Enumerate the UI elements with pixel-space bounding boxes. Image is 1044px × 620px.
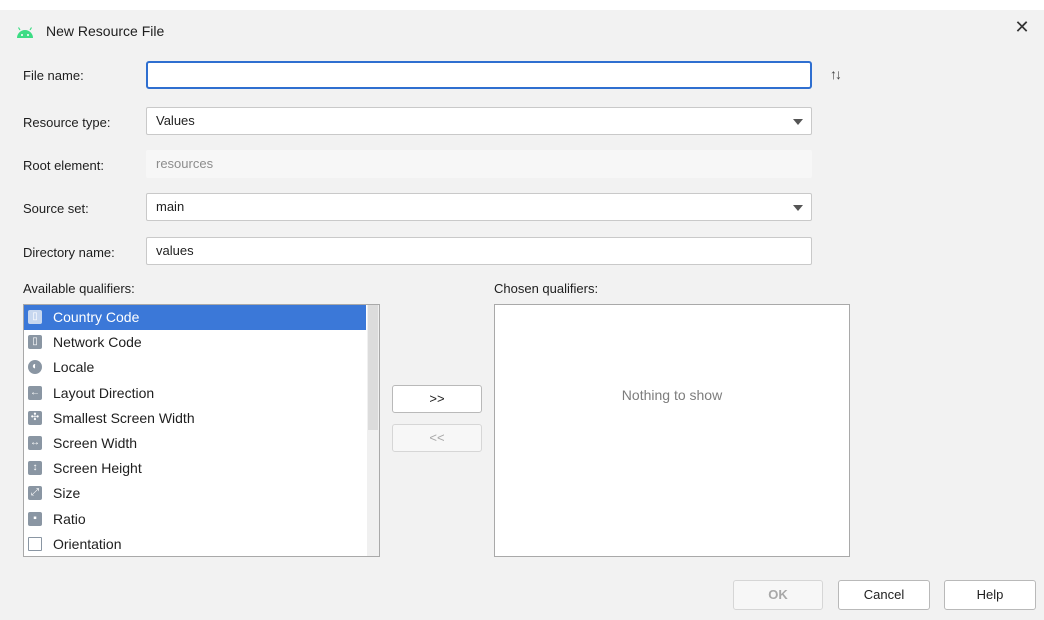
chosen-qualifiers-label: Chosen qualifiers: bbox=[494, 281, 599, 296]
layout-direction-icon: ← bbox=[28, 385, 42, 400]
source-set-label: Source set: bbox=[23, 201, 89, 216]
screen-height-icon: ↕ bbox=[28, 461, 42, 476]
android-icon bbox=[17, 27, 33, 38]
list-item-label: Orientation bbox=[53, 535, 122, 552]
smallest-width-icon: ✣ bbox=[28, 410, 42, 425]
directory-name-label: Directory name: bbox=[23, 245, 115, 260]
available-qualifiers-list[interactable]: ▯ Country Code ▯ Network Code ◐ Locale ←… bbox=[23, 304, 380, 557]
list-scrollbar[interactable] bbox=[367, 305, 379, 556]
country-code-icon: ▯ bbox=[28, 310, 42, 324]
list-item-orientation[interactable]: Orientation bbox=[24, 532, 379, 556]
list-item-size[interactable]: ⤢ Size bbox=[24, 481, 379, 506]
file-name-label: File name: bbox=[23, 68, 84, 83]
list-item-label: Screen Width bbox=[53, 434, 138, 451]
remove-qualifier-button[interactable]: << bbox=[392, 424, 482, 452]
list-item-screen-width[interactable]: ↔ Screen Width bbox=[24, 431, 379, 456]
list-item-locale[interactable]: ◐ Locale bbox=[24, 355, 379, 380]
close-button[interactable]: ✕ bbox=[1012, 17, 1032, 37]
background-window-strip bbox=[0, 0, 1044, 10]
list-item-label: Network Code bbox=[53, 334, 142, 351]
ok-button[interactable]: OK bbox=[733, 580, 823, 610]
available-qualifiers-label: Available qualifiers: bbox=[23, 281, 135, 296]
list-item-network-code[interactable]: ▯ Network Code bbox=[24, 330, 379, 355]
ratio-icon: ▪ bbox=[28, 511, 42, 526]
list-item-screen-height[interactable]: ↕ Screen Height bbox=[24, 456, 379, 481]
list-item-label: Ratio bbox=[53, 510, 86, 527]
chosen-qualifiers-list[interactable]: Nothing to show bbox=[494, 304, 850, 557]
directory-name-input[interactable]: values bbox=[146, 237, 812, 265]
resource-type-label: Resource type: bbox=[23, 115, 111, 130]
chevron-down-icon bbox=[793, 119, 803, 125]
source-set-value: main bbox=[156, 199, 185, 214]
help-button[interactable]: Help bbox=[944, 580, 1036, 610]
orientation-icon bbox=[28, 536, 42, 551]
list-item-country-code[interactable]: ▯ Country Code bbox=[24, 305, 366, 331]
root-element-field: resources bbox=[146, 150, 812, 178]
size-icon: ⤢ bbox=[28, 486, 42, 501]
dialog-title-bar: New Resource File ✕ bbox=[0, 10, 1044, 52]
cancel-button[interactable]: Cancel bbox=[838, 580, 930, 610]
resource-type-value: Values bbox=[156, 113, 195, 128]
root-element-label: Root element: bbox=[23, 158, 104, 173]
sort-icon[interactable]: ↑↓ bbox=[830, 66, 842, 82]
empty-state-text: Nothing to show bbox=[621, 387, 723, 403]
list-item-label: Locale bbox=[53, 359, 95, 376]
chevron-down-icon bbox=[793, 205, 803, 211]
scrollbar-thumb[interactable] bbox=[368, 305, 378, 430]
dialog-title: New Resource File bbox=[46, 23, 165, 39]
source-set-select[interactable]: main bbox=[146, 193, 812, 221]
list-item-label: Smallest Screen Width bbox=[53, 409, 195, 426]
list-item-label: Size bbox=[53, 485, 81, 502]
list-item-smallest-screen-width[interactable]: ✣ Smallest Screen Width bbox=[24, 406, 379, 431]
list-item-label: Layout Direction bbox=[53, 384, 155, 401]
list-item-label: Screen Height bbox=[53, 460, 142, 477]
list-item-ratio[interactable]: ▪ Ratio bbox=[24, 507, 379, 532]
network-code-icon: ▯ bbox=[28, 335, 42, 350]
resource-type-select[interactable]: Values bbox=[146, 107, 812, 135]
add-qualifier-button[interactable]: >> bbox=[392, 385, 482, 413]
screen-width-icon: ↔ bbox=[28, 435, 42, 450]
list-item-layout-direction[interactable]: ← Layout Direction bbox=[24, 381, 379, 406]
list-item-label: Country Code bbox=[53, 309, 140, 325]
file-name-input[interactable] bbox=[146, 61, 812, 89]
globe-icon: ◐ bbox=[28, 360, 42, 375]
